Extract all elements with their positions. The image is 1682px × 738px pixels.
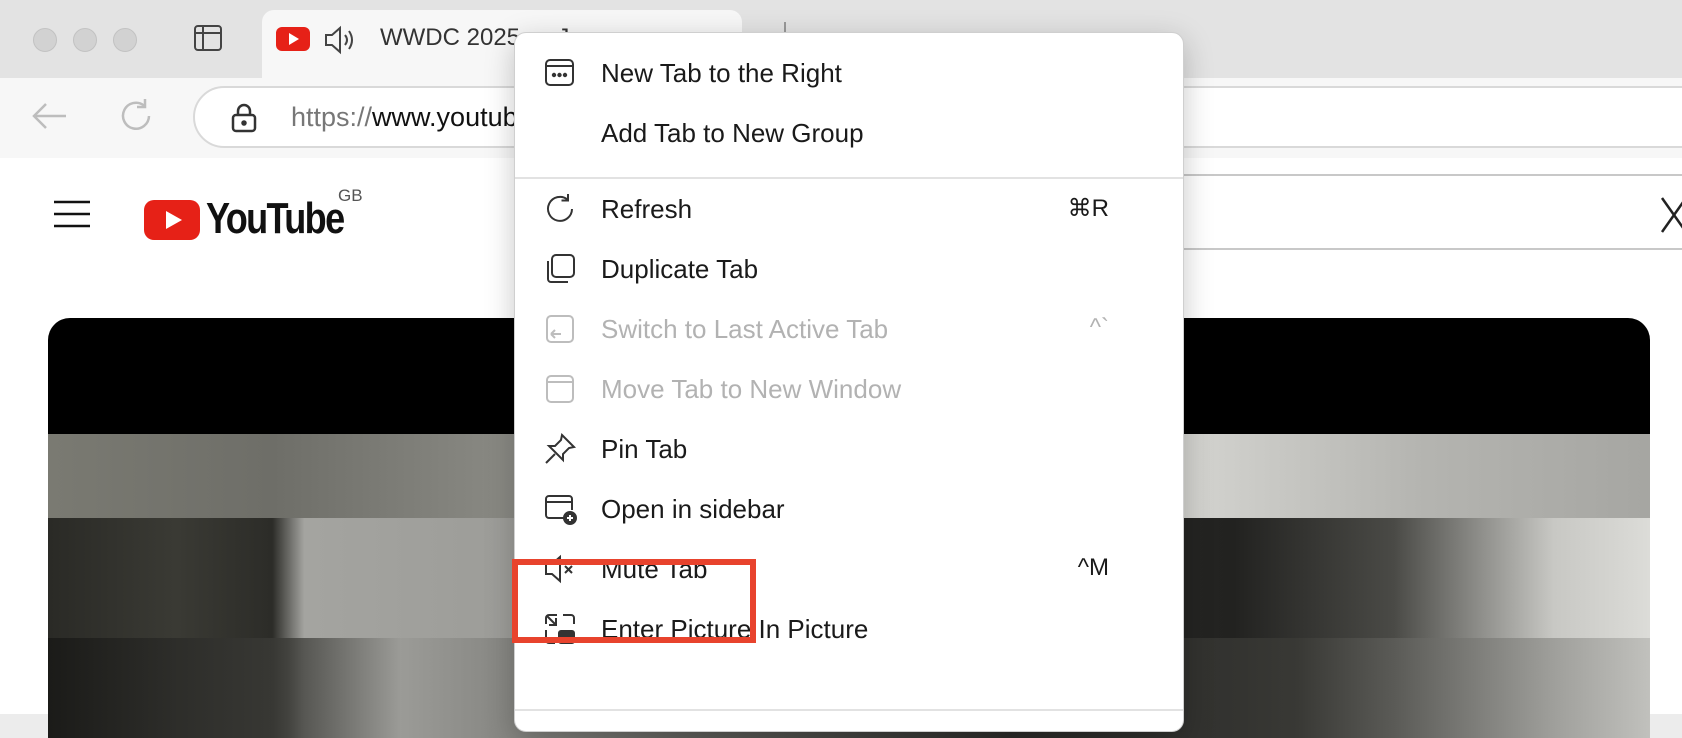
highlight-box: [512, 559, 756, 643]
youtube-play-icon: [144, 200, 200, 240]
menu-item-label: Pin Tab: [601, 434, 688, 464]
zoom-window-button[interactable]: [113, 28, 137, 52]
menu-item-pin-tab[interactable]: Pin Tab: [515, 421, 1183, 477]
menu-item-switch-last-tab[interactable]: Switch to Last Active Tab ^`: [515, 301, 1183, 357]
menu-item-label: Open in sidebar: [601, 494, 785, 524]
menu-item-shortcut: ^`: [1089, 314, 1109, 341]
youtube-wordmark: YouTube: [206, 194, 345, 243]
menu-item-label: Refresh: [601, 194, 693, 224]
refresh-icon: [543, 192, 577, 226]
hamburger-menu-icon[interactable]: [52, 198, 92, 230]
minimize-window-button[interactable]: [73, 28, 97, 52]
menu-item-shortcut: ^M: [1077, 554, 1109, 581]
menu-item-move-new-window[interactable]: Move Tab to New Window: [515, 361, 1183, 417]
lock-icon[interactable]: [231, 103, 257, 133]
menu-item-label: Move Tab to New Window: [601, 374, 902, 404]
menu-item-label: Duplicate Tab: [601, 254, 759, 284]
speaker-icon[interactable]: [324, 24, 358, 56]
menu-item-label: Add Tab to New Group: [601, 118, 864, 148]
menu-item-duplicate-tab[interactable]: Duplicate Tab: [515, 241, 1183, 297]
sidebar-toggle-icon[interactable]: [194, 25, 222, 51]
back-arrow-icon[interactable]: [30, 96, 70, 136]
menu-item-add-tab-group[interactable]: Add Tab to New Group: [515, 105, 1183, 161]
close-window-button[interactable]: [33, 28, 57, 52]
duplicate-icon: [543, 252, 577, 286]
new-tab-icon: [543, 56, 577, 90]
menu-divider: [515, 177, 1183, 179]
url-scheme: https://: [291, 102, 373, 132]
pin-icon: [543, 432, 577, 466]
tab-context-menu: New Tab to the Right Add Tab to New Grou…: [512, 32, 1184, 732]
youtube-favicon-icon: [276, 27, 310, 51]
menu-item-refresh[interactable]: Refresh ⌘R: [515, 181, 1183, 237]
menu-item-new-tab-right[interactable]: New Tab to the Right: [515, 45, 1183, 101]
sidebar-add-icon: [543, 492, 577, 526]
menu-divider: [515, 709, 1183, 711]
menu-item-label: Switch to Last Active Tab: [601, 314, 889, 344]
switch-tab-icon: [543, 312, 577, 346]
menu-item-open-sidebar[interactable]: Open in sidebar: [515, 481, 1183, 537]
menu-item-shortcut: ⌘R: [1067, 195, 1109, 222]
search-box[interactable]: [1180, 174, 1682, 250]
reload-icon[interactable]: [116, 96, 156, 136]
close-icon[interactable]: [1660, 196, 1682, 234]
menu-item-label: New Tab to the Right: [601, 58, 842, 88]
country-code: GB: [338, 186, 363, 205]
window-icon: [543, 372, 577, 406]
